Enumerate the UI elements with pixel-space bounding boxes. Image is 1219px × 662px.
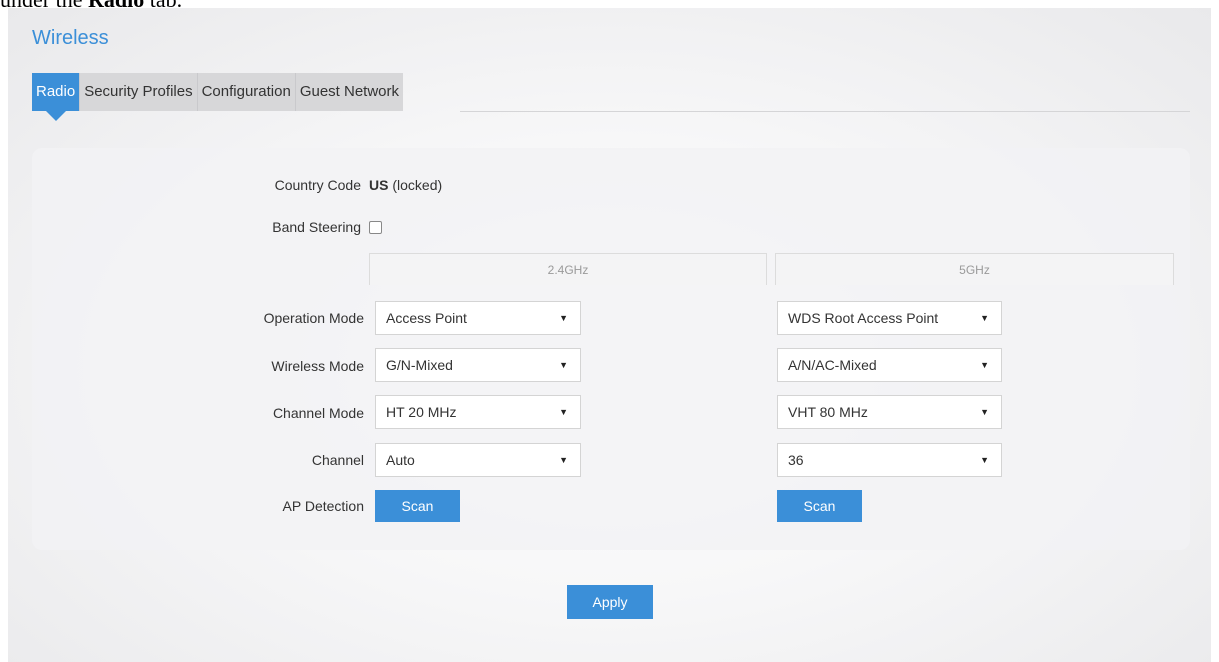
wireless-settings-screen: Wireless Radio Security Profiles Configu…	[8, 8, 1211, 662]
country-code-value: US (locked)	[369, 177, 442, 193]
select-value: A/N/AC-Mixed	[788, 357, 877, 373]
tab-radio[interactable]: Radio	[32, 73, 81, 121]
triangle-down-icon: ▼	[980, 455, 989, 465]
triangle-down-icon: ▼	[980, 313, 989, 323]
channel-5ghz-select[interactable]: 36 ▼	[777, 443, 1002, 477]
scan-5ghz-button[interactable]: Scan	[777, 490, 862, 522]
scan-2-4ghz-button[interactable]: Scan	[375, 490, 460, 522]
select-value: G/N-Mixed	[386, 357, 453, 373]
select-value: WDS Root Access Point	[788, 310, 939, 326]
tab-divider	[460, 111, 1190, 112]
band-steering-label: Band Steering	[272, 219, 361, 235]
select-value: VHT 80 MHz	[788, 404, 868, 420]
triangle-down-icon: ▼	[980, 360, 989, 370]
channel-mode-5ghz-select[interactable]: VHT 80 MHz ▼	[777, 395, 1002, 429]
channel-label: Channel	[311, 452, 364, 468]
triangle-down-icon: ▼	[559, 313, 568, 323]
country-lock-note: (locked)	[392, 177, 443, 193]
channel-2-4ghz-select[interactable]: Auto ▼	[375, 443, 581, 477]
triangle-down-icon: ▼	[559, 407, 568, 417]
wireless-mode-2-4ghz-select[interactable]: G/N-Mixed ▼	[375, 348, 581, 382]
apply-button[interactable]: Apply	[567, 585, 653, 619]
tab-security-profiles[interactable]: Security Profiles	[80, 73, 198, 111]
select-value: 36	[788, 452, 804, 468]
triangle-down-icon: ▼	[559, 360, 568, 370]
country-code-label: Country Code	[274, 177, 361, 193]
ap-detection-label: AP Detection	[282, 498, 364, 514]
tab-configuration[interactable]: Configuration	[197, 73, 296, 111]
select-value: Auto	[386, 452, 415, 468]
country-code: US	[369, 177, 389, 193]
operation-mode-5ghz-select[interactable]: WDS Root Access Point ▼	[777, 301, 1002, 335]
band-header-5ghz: 5GHz	[775, 253, 1174, 285]
operation-mode-2-4ghz-select[interactable]: Access Point ▼	[375, 301, 581, 335]
select-value: Access Point	[386, 310, 467, 326]
operation-mode-label: Operation Mode	[263, 310, 364, 326]
channel-mode-2-4ghz-select[interactable]: HT 20 MHz ▼	[375, 395, 581, 429]
tab-bar: Radio Security Profiles Configuration Gu…	[32, 73, 404, 121]
channel-mode-label: Channel Mode	[272, 405, 364, 421]
triangle-down-icon: ▼	[980, 407, 989, 417]
triangle-down-icon: ▼	[559, 455, 568, 465]
wireless-mode-label: Wireless Mode	[271, 358, 364, 374]
page-title: Wireless	[32, 27, 109, 49]
select-value: HT 20 MHz	[386, 404, 457, 420]
band-header-2-4ghz: 2.4GHz	[369, 253, 767, 285]
band-steering-checkbox[interactable]	[369, 221, 382, 234]
wireless-mode-5ghz-select[interactable]: A/N/AC-Mixed ▼	[777, 348, 1002, 382]
radio-settings-panel	[32, 148, 1190, 550]
tab-guest-network[interactable]: Guest Network	[295, 73, 404, 111]
